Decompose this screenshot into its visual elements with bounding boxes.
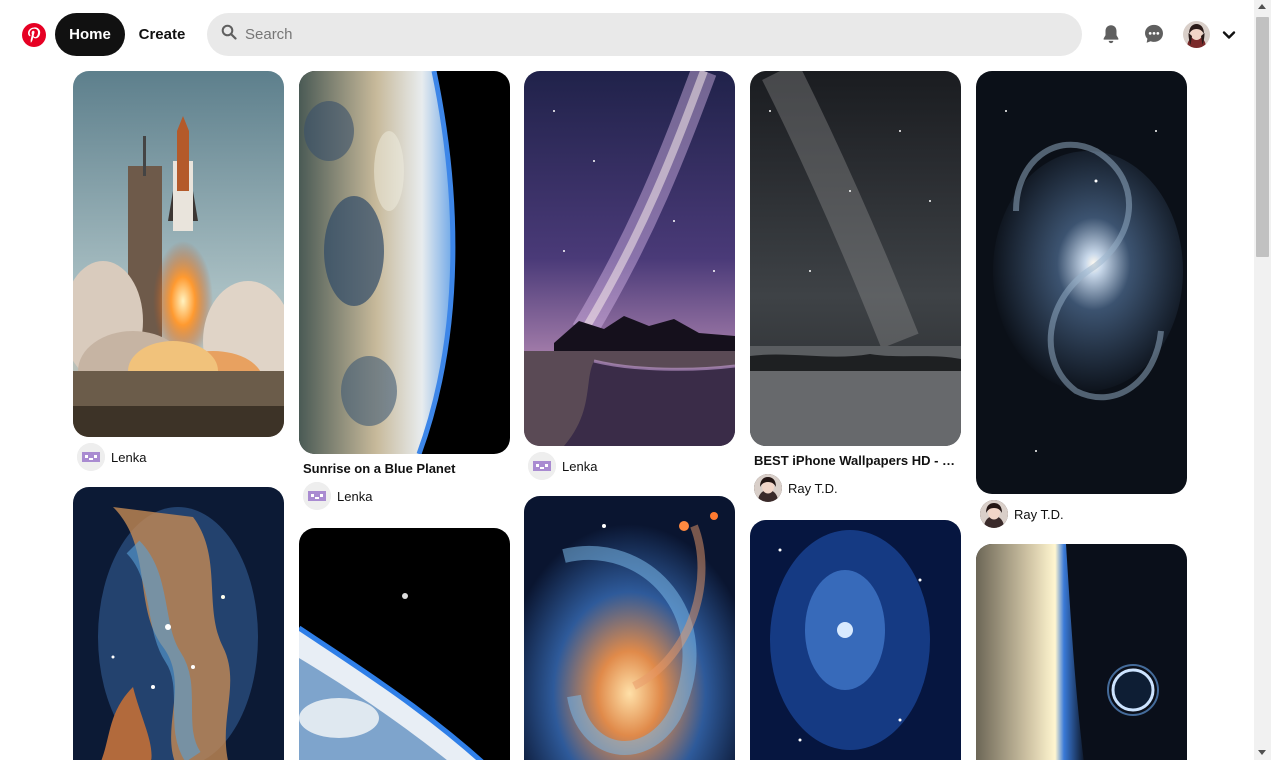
author-name: Lenka bbox=[337, 488, 373, 504]
pin-card[interactable] bbox=[750, 520, 961, 760]
top-header: Home Create bbox=[0, 0, 1254, 70]
author-avatar bbox=[980, 500, 1008, 528]
pin-image-spiral-galaxy-dark[interactable] bbox=[976, 71, 1187, 494]
pin-card[interactable] bbox=[299, 528, 510, 760]
pin-image-rocket-launch[interactable] bbox=[73, 71, 284, 437]
pin-author[interactable]: Lenka bbox=[299, 476, 510, 510]
scrollbar-thumb[interactable] bbox=[1256, 17, 1269, 257]
author-avatar bbox=[303, 482, 331, 510]
author-name: Ray T.D. bbox=[1014, 506, 1064, 522]
pinterest-logo-icon[interactable] bbox=[22, 23, 46, 47]
pin-card[interactable]: Lenka bbox=[524, 71, 735, 480]
pin-author[interactable]: Ray T.D. bbox=[750, 468, 961, 502]
author-avatar bbox=[528, 452, 556, 480]
pin-card[interactable] bbox=[976, 544, 1187, 760]
pin-image-blue-nebula[interactable] bbox=[750, 520, 961, 760]
pin-card[interactable]: Lenka bbox=[73, 71, 284, 471]
pin-card[interactable]: BEST iPhone Wallpapers HD - H... Ray T.D… bbox=[750, 71, 961, 502]
pin-image-milky-way-coast[interactable] bbox=[750, 71, 961, 446]
pin-card[interactable]: Sunrise on a Blue Planet Lenka bbox=[299, 71, 510, 510]
pin-image-earth-moon[interactable] bbox=[299, 528, 510, 760]
pin-title[interactable]: Sunrise on a Blue Planet bbox=[299, 454, 510, 476]
author-name: Ray T.D. bbox=[788, 480, 838, 496]
pin-card[interactable] bbox=[73, 487, 284, 760]
bell-icon[interactable] bbox=[1099, 22, 1123, 46]
author-avatar bbox=[754, 474, 782, 502]
pin-author[interactable]: Lenka bbox=[524, 446, 735, 480]
scroll-down-arrow-icon[interactable] bbox=[1258, 750, 1266, 755]
author-name: Lenka bbox=[562, 458, 598, 474]
pin-card[interactable] bbox=[524, 496, 735, 760]
pin-image-eclipse-earth[interactable] bbox=[976, 544, 1187, 760]
user-avatar[interactable] bbox=[1183, 21, 1210, 48]
search-icon bbox=[221, 24, 237, 45]
pin-author[interactable]: Ray T.D. bbox=[976, 494, 1187, 528]
pin-author[interactable]: Lenka bbox=[73, 437, 284, 471]
pin-card[interactable]: Ray T.D. bbox=[976, 71, 1187, 528]
pin-title[interactable]: BEST iPhone Wallpapers HD - H... bbox=[750, 446, 961, 468]
pin-image-milky-way-lake[interactable] bbox=[524, 71, 735, 446]
scroll-up-arrow-icon[interactable] bbox=[1258, 4, 1266, 9]
pin-image-spiral-galaxy-colorful[interactable] bbox=[524, 496, 735, 760]
pin-image-nebula[interactable] bbox=[73, 487, 284, 760]
chevron-down-icon[interactable] bbox=[1220, 26, 1238, 44]
create-button[interactable]: Create bbox=[130, 13, 194, 56]
author-name: Lenka bbox=[111, 449, 147, 465]
home-button[interactable]: Home bbox=[55, 13, 125, 56]
chat-icon[interactable] bbox=[1142, 22, 1166, 46]
author-avatar bbox=[77, 443, 105, 471]
pin-image-earth-horizon[interactable] bbox=[299, 71, 510, 454]
search-bar[interactable] bbox=[207, 13, 1082, 56]
vertical-scrollbar[interactable] bbox=[1254, 0, 1271, 760]
search-input[interactable] bbox=[245, 26, 1045, 43]
